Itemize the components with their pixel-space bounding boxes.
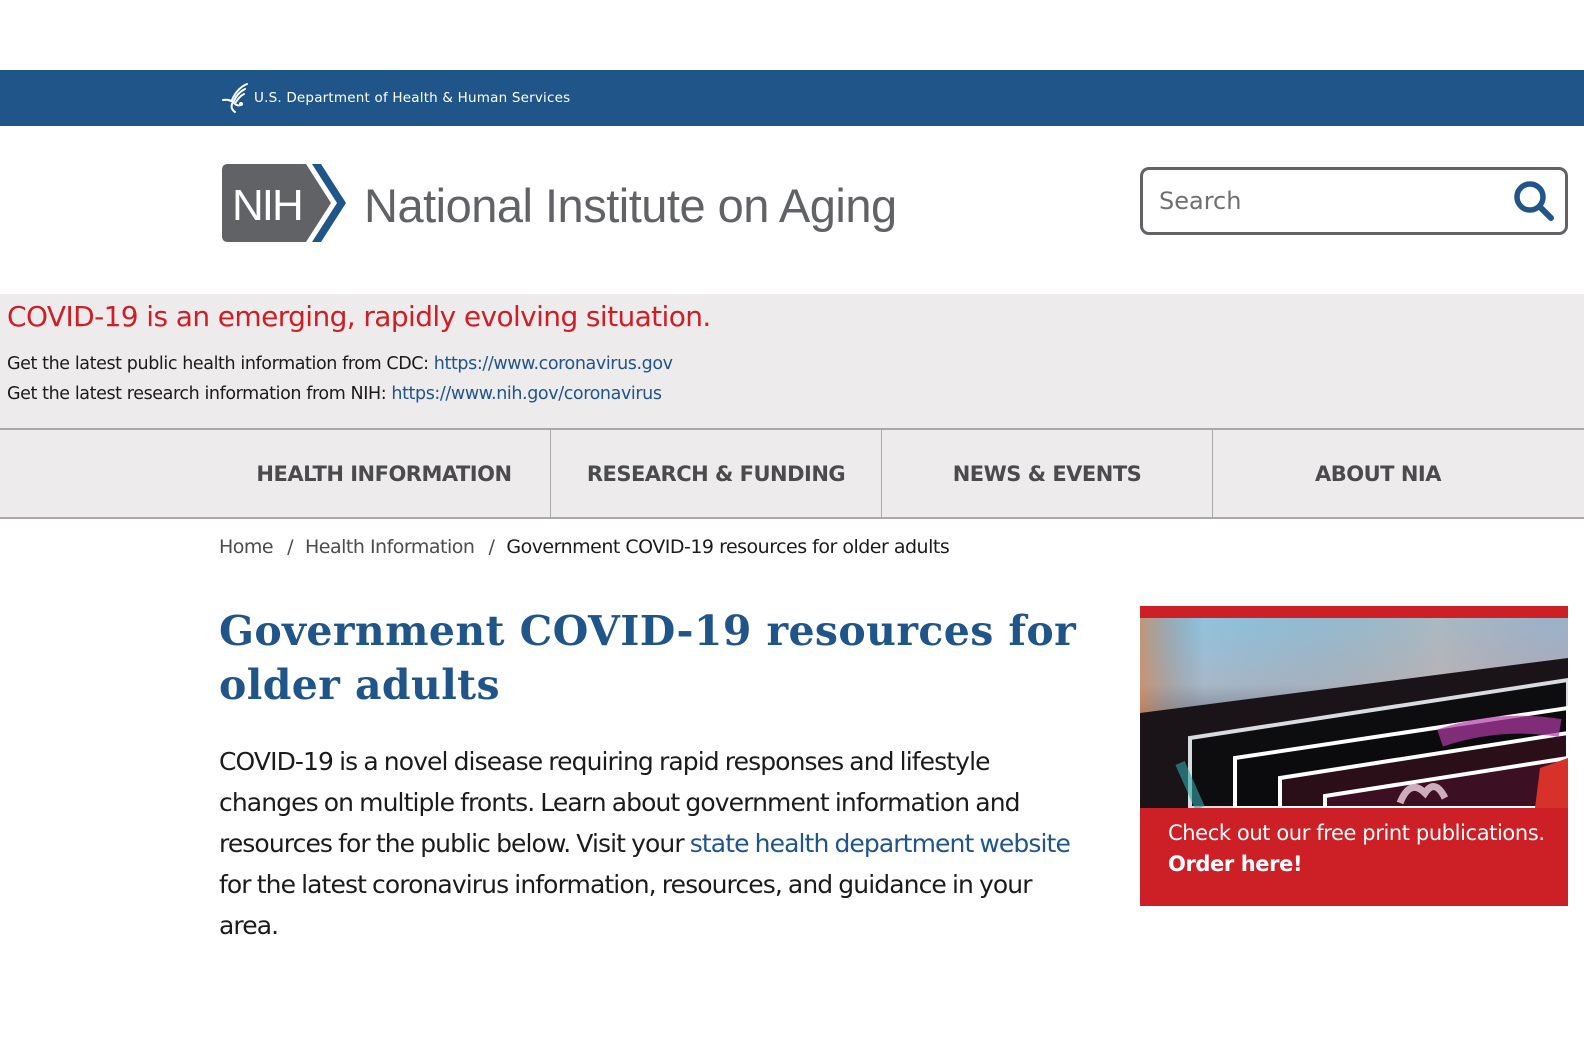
nih-coronavirus-link[interactable]: https://www.nih.gov/coronavirus bbox=[391, 384, 662, 404]
alert-line-nih: Get the latest research information from… bbox=[7, 384, 662, 404]
alert-line-cdc: Get the latest public health information… bbox=[7, 354, 673, 374]
breadcrumb-separator: / bbox=[287, 536, 294, 558]
promo-message: Check out our free print publications. bbox=[1168, 821, 1545, 845]
nav-news-events[interactable]: NEWS & EVENTS bbox=[881, 430, 1212, 517]
search-icon bbox=[1514, 181, 1554, 221]
breadcrumb-separator: / bbox=[488, 536, 495, 558]
covid-alert: COVID-19 is an emerging, rapidly evolvin… bbox=[0, 294, 1584, 428]
state-health-department-link[interactable]: state health department website bbox=[690, 829, 1071, 858]
hhs-eagle-icon bbox=[222, 83, 248, 113]
alert-line-text: Get the latest public health information… bbox=[7, 354, 434, 374]
intro-paragraph: COVID-19 is a novel disease requiring ra… bbox=[219, 741, 1089, 946]
hhs-link[interactable]: U.S. Department of Health & Human Servic… bbox=[220, 70, 570, 126]
breadcrumb: Home / Health Information / Government C… bbox=[219, 536, 950, 558]
nav-research-funding[interactable]: RESEARCH & FUNDING bbox=[550, 430, 881, 517]
publications-promo[interactable]: Check out our free print publications. O… bbox=[1140, 606, 1568, 906]
breadcrumb-home[interactable]: Home bbox=[219, 536, 274, 558]
alert-line-text: Get the latest research information from… bbox=[7, 384, 392, 404]
search-button[interactable] bbox=[1503, 170, 1565, 232]
nih-badge-text: NIH bbox=[232, 181, 302, 230]
intro-text: for the latest coronavirus information, … bbox=[219, 870, 1033, 940]
nih-badge-icon: NIH bbox=[222, 164, 346, 242]
nia-name: National Institute on Aging bbox=[364, 178, 897, 232]
cdc-link[interactable]: https://www.coronavirus.gov bbox=[434, 354, 673, 374]
main-nav: HEALTH INFORMATION RESEARCH & FUNDING NE… bbox=[0, 428, 1584, 519]
hhs-bar: U.S. Department of Health & Human Servic… bbox=[0, 70, 1584, 126]
hhs-label: U.S. Department of Health & Human Servic… bbox=[254, 90, 571, 106]
breadcrumb-health-information[interactable]: Health Information bbox=[305, 536, 475, 558]
site-header: NIH National Institute on Aging bbox=[0, 126, 1584, 294]
publications-photo bbox=[1140, 618, 1568, 808]
nav-health-information[interactable]: HEALTH INFORMATION bbox=[218, 430, 550, 517]
page-title: Government COVID-19 resources for older … bbox=[219, 607, 1077, 709]
search-box bbox=[1140, 167, 1568, 235]
promo-text: Check out our free print publications. O… bbox=[1168, 818, 1545, 880]
alert-title: COVID-19 is an emerging, rapidly evolvin… bbox=[7, 300, 711, 333]
nav-about-nia[interactable]: ABOUT NIA bbox=[1212, 430, 1543, 517]
search-input[interactable] bbox=[1143, 170, 1503, 232]
breadcrumb-current: Government COVID-19 resources for older … bbox=[506, 536, 950, 558]
nia-logo[interactable]: NIH National Institute on Aging bbox=[222, 164, 897, 242]
promo-order-link[interactable]: Order here! bbox=[1168, 849, 1545, 880]
